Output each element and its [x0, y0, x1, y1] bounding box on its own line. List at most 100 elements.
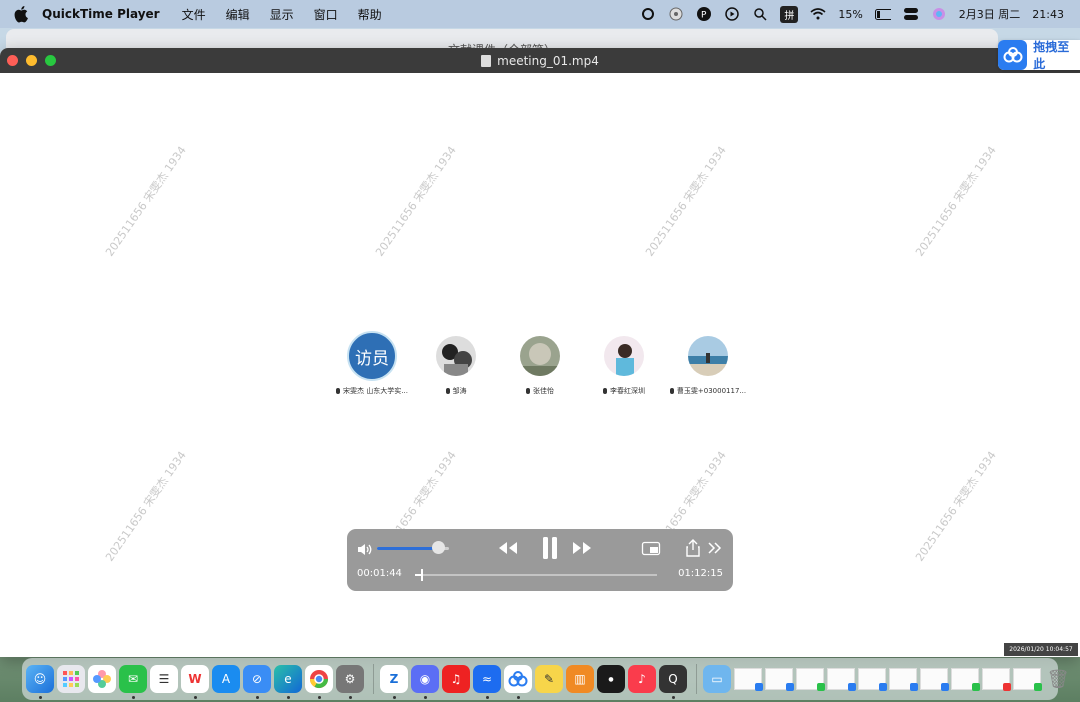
video-area[interactable]: 202511656 宋雯杰 1934 202511656 宋雯杰 1934 20… — [0, 73, 1080, 657]
downloads-folder-icon[interactable]: ▭ — [703, 665, 731, 693]
trash-icon[interactable]: 🗑 — [1044, 665, 1072, 693]
wechat-icon[interactable]: ✉ — [119, 665, 147, 699]
participant-name: 李春红深圳 — [610, 387, 645, 395]
quicktime-icon[interactable]: Q — [659, 665, 687, 699]
minimized-window-thumbnail[interactable] — [1013, 668, 1042, 691]
avatar — [688, 336, 728, 376]
system-settings-icon[interactable]: ⚙ — [336, 665, 364, 699]
volume-fill — [377, 547, 439, 550]
battery-percent: 15% — [838, 7, 863, 21]
status-area: P 拼 15% 2月3日 周二 21:43 — [640, 5, 1080, 23]
shield-icon[interactable] — [668, 6, 684, 22]
volume-icon[interactable] — [357, 541, 373, 560]
netease-music-icon[interactable]: ♫ — [442, 665, 470, 693]
fast-forward-button[interactable] — [571, 538, 593, 558]
participant-name-row: 邹涛 — [411, 386, 501, 396]
search-icon[interactable] — [752, 6, 768, 22]
window-title-text: meeting_01.mp4 — [497, 53, 599, 68]
edge-icon[interactable]: e — [274, 665, 302, 699]
photos-icon[interactable] — [88, 665, 116, 693]
avatar: 访员 — [347, 331, 397, 381]
apple-icon[interactable] — [14, 5, 32, 23]
watermark: 202511656 宋雯杰 1934 — [103, 448, 189, 564]
minimized-window-thumbnail[interactable] — [889, 668, 918, 691]
menubar-time[interactable]: 21:43 — [1032, 8, 1064, 21]
share-icon[interactable] — [685, 538, 701, 558]
wps-icon[interactable]: W — [181, 665, 209, 699]
menu-bar: QuickTime Player 文件 编辑 显示 窗口 帮助 P 拼 15% — [0, 0, 1080, 28]
dock-separator — [373, 664, 374, 694]
more-options-icon[interactable] — [707, 538, 723, 558]
menu-file[interactable]: 文件 — [182, 6, 206, 23]
menu-help[interactable]: 帮助 — [358, 6, 382, 23]
books-icon[interactable]: ▥ — [566, 665, 594, 693]
watermark: 202511656 宋雯杰 1934 — [913, 448, 999, 564]
input-method[interactable]: 拼 — [780, 5, 799, 23]
minimized-window-thumbnail[interactable] — [734, 668, 763, 691]
avatar — [436, 336, 476, 376]
baidu-netdisk-icon[interactable] — [504, 665, 532, 699]
baidu-netdisk-drop-pill[interactable]: 拖拽至此 — [998, 40, 1080, 71]
play-icon[interactable] — [724, 6, 740, 22]
control-center-icon[interactable] — [903, 6, 919, 22]
lark-icon[interactable]: ≈ — [473, 665, 501, 699]
svg-text:P: P — [701, 11, 707, 21]
pause-button[interactable] — [537, 535, 563, 561]
volume-knob[interactable] — [432, 541, 446, 554]
scrubber-playhead[interactable] — [420, 569, 423, 581]
menu-view[interactable]: 显示 — [270, 6, 294, 23]
minimized-window-thumbnail[interactable] — [827, 668, 856, 691]
sync-icon[interactable] — [640, 6, 656, 22]
tencent-meeting-icon[interactable]: ◉ — [411, 665, 439, 699]
dock: ☺ ✉ ☰ W A ⊘ e ⚙ Z ◉ ♫ ≈ ✎ ▥ ● ♪ Q ▭ 🗑 — [22, 658, 1069, 700]
drop-label: 拖拽至此 — [1033, 40, 1070, 71]
participant-tile: 访员 宋雯杰 山东大学实... — [327, 331, 417, 396]
minimized-window-thumbnail[interactable] — [951, 668, 980, 691]
minimized-window-thumbnail[interactable] — [796, 668, 825, 691]
watermark: 202511656 宋雯杰 1934 — [643, 143, 729, 259]
quicktime-window: meeting_01.mp4 202511656 宋雯杰 1934 202511… — [0, 48, 1080, 657]
siri-icon[interactable] — [931, 6, 947, 22]
safari-icon[interactable]: ⊘ — [243, 665, 271, 699]
avatar — [520, 336, 560, 376]
paperpass-icon[interactable]: ● — [597, 665, 625, 693]
pdf-icon[interactable]: P — [696, 6, 712, 22]
participant-name-row: 李春红深圳 — [579, 386, 669, 396]
app-name[interactable]: QuickTime Player — [42, 7, 160, 21]
document-icon — [481, 54, 492, 67]
app-store-icon[interactable]: A — [212, 665, 240, 693]
minimized-window-thumbnail[interactable] — [920, 668, 949, 691]
picture-in-picture-button[interactable] — [641, 538, 661, 558]
microphone-muted-icon — [526, 388, 530, 394]
menubar-date[interactable]: 2月3日 周二 — [959, 6, 1021, 22]
microphone-icon — [445, 388, 450, 394]
minimized-window-thumbnail[interactable] — [858, 668, 887, 691]
menu-window[interactable]: 窗口 — [314, 6, 338, 23]
avatar — [604, 336, 644, 376]
participant-name: 曹玉雯+03000117... — [676, 387, 747, 395]
notes-icon[interactable]: ✎ — [535, 665, 563, 693]
participant-tile: 曹玉雯+03000117... — [663, 336, 753, 396]
battery-icon[interactable] — [874, 6, 891, 22]
participant-name: 张佳怡 — [533, 387, 554, 395]
window-titlebar[interactable]: meeting_01.mp4 — [0, 48, 1080, 73]
scrubber-bar[interactable] — [415, 569, 657, 581]
rewind-button[interactable] — [497, 538, 519, 558]
recording-timestamp: 2026/01/20 10:04:57 — [1004, 643, 1078, 656]
reminders-icon[interactable]: ☰ — [150, 665, 178, 693]
wifi-icon[interactable] — [810, 6, 826, 22]
participant-tile: 张佳怡 — [495, 336, 585, 396]
finder-icon[interactable]: ☺ — [26, 665, 54, 699]
current-time: 00:01:44 — [357, 568, 402, 579]
chrome-icon[interactable] — [305, 665, 333, 699]
zotero-icon[interactable]: Z — [380, 665, 408, 699]
minimized-window-thumbnail[interactable] — [765, 668, 794, 691]
music-icon[interactable]: ♪ — [628, 665, 656, 693]
microphone-icon — [669, 388, 674, 394]
launchpad-icon[interactable] — [57, 665, 85, 693]
menu-edit[interactable]: 编辑 — [226, 6, 250, 23]
minimized-window-thumbnail[interactable] — [982, 668, 1011, 691]
dock-separator — [696, 664, 697, 694]
participant-name: 宋雯杰 山东大学实... — [343, 387, 408, 395]
playback-controls: 00:01:44 01:12:15 — [347, 529, 733, 591]
